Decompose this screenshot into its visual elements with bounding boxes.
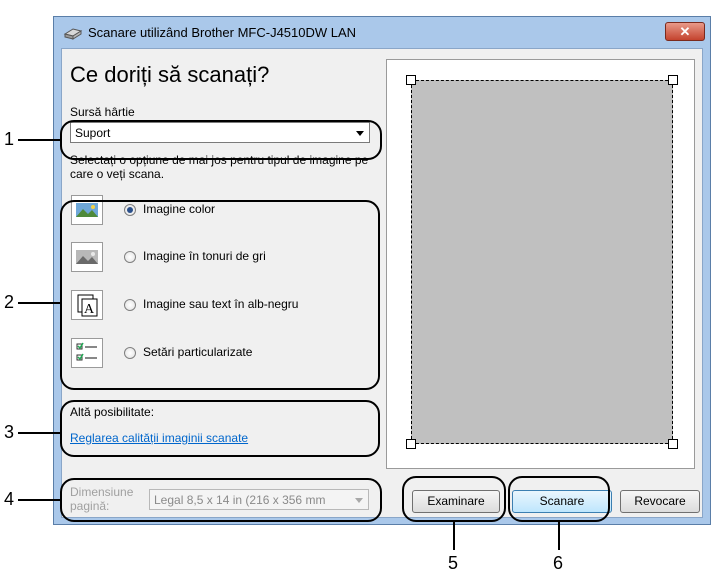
callout-line-2 [18,302,60,304]
callout-line-4 [18,499,60,501]
callout-number-4: 4 [4,489,15,509]
callout-number-6: 6 [553,553,564,573]
scan-area-handle-top-right[interactable] [668,75,678,85]
close-button[interactable]: ✕ [665,22,705,41]
scanner-icon [63,28,83,40]
callout-number-2: 2 [4,292,15,312]
callout-4-page-size [60,478,382,522]
callout-5-preview [402,476,506,522]
callout-1-paper-source [60,120,382,160]
callout-line-3 [18,432,60,434]
page-title: Ce doriți să scanați? [70,62,270,87]
callout-3-other-option [60,400,380,457]
callout-line-5 [453,522,455,550]
cancel-button[interactable]: Revocare [620,490,700,513]
window-title: Scanare utilizând Brother MFC-J4510DW LA… [88,25,357,40]
callout-number-3: 3 [4,422,15,442]
callout-line-1 [18,139,60,141]
callout-number-1: 1 [4,129,15,149]
scan-area-handle-bottom-left[interactable] [406,439,416,449]
paper-source-label: Sursă hârtie [70,105,135,119]
callout-6-scan [508,476,610,522]
callout-line-6 [558,522,560,550]
scan-area-handle-bottom-right[interactable] [668,439,678,449]
scan-area-handle-top-left[interactable] [406,75,416,85]
title-bar[interactable]: Scanare utilizând Brother MFC-J4510DW LA… [54,17,710,48]
close-icon: ✕ [679,24,691,39]
scan-area[interactable] [411,80,673,444]
scan-preview-panel [386,59,695,469]
callout-number-5: 5 [448,553,459,573]
callout-2-scan-type [60,200,380,390]
